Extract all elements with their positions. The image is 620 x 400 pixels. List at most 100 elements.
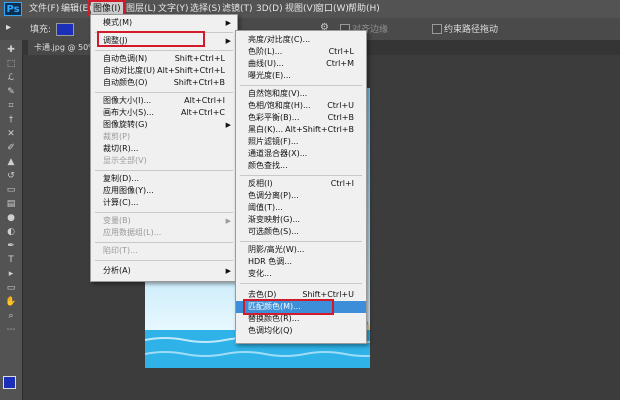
menu-item-label: 图像大小(I)... [103,96,152,105]
menu-item-shortcut: Alt+Shift+Ctrl+B [285,125,354,134]
menu-item-variations[interactable]: 变化... [236,268,366,280]
fill-swatch[interactable] [56,23,74,36]
menu-item-curves[interactable]: 曲线(U)... Ctrl+M [236,58,366,70]
menu-item-label: 色相/饱和度(H)... [248,101,311,110]
menu-item-label: 模式(M) [103,18,133,27]
menu-item-channel-mixer[interactable]: 通道混合器(X)... [236,148,366,160]
menu-item-photo-filter[interactable]: 照片滤镜(F)... [236,136,366,148]
menu-item-calculations[interactable]: 计算(C)... [91,197,237,209]
constrain-path-label: 约束路径拖动 [444,25,499,35]
menu-item-hdr-toning[interactable]: HDR 色调... [236,256,366,268]
menu-item-vibrance[interactable]: 自然饱和度(V)... [236,88,366,100]
menu-separator [95,50,233,51]
menu-item-apply-image[interactable]: 应用图像(Y)... [91,185,237,197]
menu-item-variables: 变量(B) ▶ [91,215,237,227]
menu-separator [95,260,233,261]
menu-item-color-lookup[interactable]: 颜色查找... [236,160,366,172]
menu-item-brightness-contrast[interactable]: 亮度/对比度(C)... [236,34,366,46]
menu-item-label: 变化... [248,269,272,278]
menu-item-hue-saturation[interactable]: 色相/饱和度(H)... Ctrl+U [236,100,366,112]
menu-view[interactable]: 视图(V) [285,0,316,18]
menu-item-auto-contrast[interactable]: 自动对比度(U) Alt+Shift+Ctrl+L [91,65,237,77]
brush-tool-icon[interactable]: ✐ [3,142,19,154]
more-tools-icon[interactable]: ⋯ [3,324,19,336]
menu-item-label: 变量(B) [103,216,131,225]
menu-item-label: 曝光度(E)... [248,71,291,80]
menu-edit[interactable]: 编辑(E) [61,0,92,18]
path-select-tool-icon: ▸ [6,22,12,33]
menu-item-black-white[interactable]: 黑白(K)... Alt+Shift+Ctrl+B [236,124,366,136]
menu-item-equalize[interactable]: 色调均化(Q) [236,325,366,337]
menu-item-label: 去色(D) [248,290,277,299]
eyedropper-tool-icon[interactable]: † [3,114,19,126]
menu-item-shortcut: Shift+Ctrl+U [302,290,354,299]
menu-window[interactable]: 窗口(W) [315,0,349,18]
menu-help[interactable]: 帮助(H) [348,0,380,18]
submenu-arrow-icon: ▶ [225,121,231,129]
menu-item-shortcut: Alt+Shift+Ctrl+L [157,66,225,75]
clone-stamp-tool-icon[interactable]: ▲ [3,156,19,168]
menu-item-canvas-size[interactable]: 画布大小(S)... Alt+Ctrl+C [91,107,237,119]
menu-item-label: 色彩平衡(B)... [248,113,300,122]
submenu-arrow-icon: ▶ [225,19,231,27]
path-selection-tool-icon[interactable]: ▸ [3,268,19,280]
blur-tool-icon[interactable]: ● [3,212,19,224]
menu-item-label: 应用图像(Y)... [103,186,154,195]
lasso-tool-icon[interactable]: ℒ [3,72,19,84]
constrain-path-checkbox[interactable] [432,24,442,34]
menu-item-trim[interactable]: 裁切(R)... [91,143,237,155]
menu-item-mode[interactable]: 模式(M) ▶ [91,17,237,29]
menu-item-label: 照片滤镜(F)... [248,137,299,146]
hand-tool-icon[interactable]: ✋ [3,296,19,308]
menu-separator [240,85,362,86]
marquee-tool-icon[interactable]: ⬚ [3,58,19,70]
foreground-color-swatch[interactable] [3,376,16,389]
menu-item-gradient-map[interactable]: 渐变映射(G)... [236,214,366,226]
menu-item-adjustments[interactable]: 调整(J) ▶ [91,35,237,47]
eraser-tool-icon[interactable]: ▭ [3,184,19,196]
menu-3d[interactable]: 3D(D) [256,0,283,18]
menu-item-threshold[interactable]: 阈值(T)... [236,202,366,214]
menu-item-trap: 陷印(T)... [91,245,237,257]
menu-item-image-rotation[interactable]: 图像旋转(G) ▶ [91,119,237,131]
quick-select-tool-icon[interactable]: ✎ [3,86,19,98]
menu-item-posterize[interactable]: 色调分离(P)... [236,190,366,202]
dodge-tool-icon[interactable]: ◐ [3,226,19,238]
crop-tool-icon[interactable]: ⌗ [3,100,19,112]
menu-item-shortcut: Ctrl+L [328,47,354,56]
menu-item-analysis[interactable]: 分析(A) ▶ [91,265,237,277]
menu-item-shadows-highlights[interactable]: 阴影/高光(W)... [236,244,366,256]
menu-item-exposure[interactable]: 曝光度(E)... [236,70,366,82]
menu-item-match-color[interactable]: 匹配颜色(M)... [236,301,366,313]
menu-item-auto-color[interactable]: 自动颜色(O) Shift+Ctrl+B [91,77,237,89]
menu-item-image-size[interactable]: 图像大小(I)... Alt+Ctrl+I [91,95,237,107]
move-tool-icon[interactable]: ✚ [3,44,19,56]
menu-item-invert[interactable]: 反相(I) Ctrl+I [236,178,366,190]
menu-item-label: 显示全部(V) [103,156,147,165]
menu-item-label: 自动对比度(U) [103,66,156,75]
menu-item-auto-tone[interactable]: 自动色调(N) Shift+Ctrl+L [91,53,237,65]
zoom-tool-icon[interactable]: ⌕ [3,310,19,322]
image-menu-dropdown: 模式(M) ▶ 调整(J) ▶ 自动色调(N) Shift+Ctrl+L 自动对比度(… [90,14,238,282]
menu-file[interactable]: 文件(F) [29,0,59,18]
menu-item-selective-color[interactable]: 可选颜色(S)... [236,226,366,238]
menu-item-duplicate[interactable]: 复制(D)... [91,173,237,185]
menu-item-crop: 裁剪(P) [91,131,237,143]
menu-item-label: 分析(A) [103,266,131,275]
menu-item-replace-color[interactable]: 替换颜色(R)... [236,313,366,325]
menu-separator [240,175,362,176]
menu-item-label: 复制(D)... [103,174,140,183]
gradient-tool-icon[interactable]: ▤ [3,198,19,210]
menu-item-label: 反相(I) [248,179,273,188]
menu-item-levels[interactable]: 色阶(L)... Ctrl+L [236,46,366,58]
type-tool-icon[interactable]: T [3,254,19,266]
shape-tool-icon[interactable]: ▭ [3,282,19,294]
menu-item-desaturate[interactable]: 去色(D) Shift+Ctrl+U [236,289,366,301]
healing-brush-tool-icon[interactable]: ✕ [3,128,19,140]
history-brush-tool-icon[interactable]: ↺ [3,170,19,182]
pen-tool-icon[interactable]: ✒ [3,240,19,252]
menu-item-label: 裁剪(P) [103,132,131,141]
menu-item-label: 曲线(U)... [248,59,284,68]
tools-panel: ✚ ⬚ ℒ ✎ ⌗ † ✕ ✐ ▲ ↺ ▭ ▤ ● ◐ ✒ T ▸ ▭ ✋ ⌕ … [0,40,23,400]
menu-item-color-balance[interactable]: 色彩平衡(B)... Ctrl+B [236,112,366,124]
